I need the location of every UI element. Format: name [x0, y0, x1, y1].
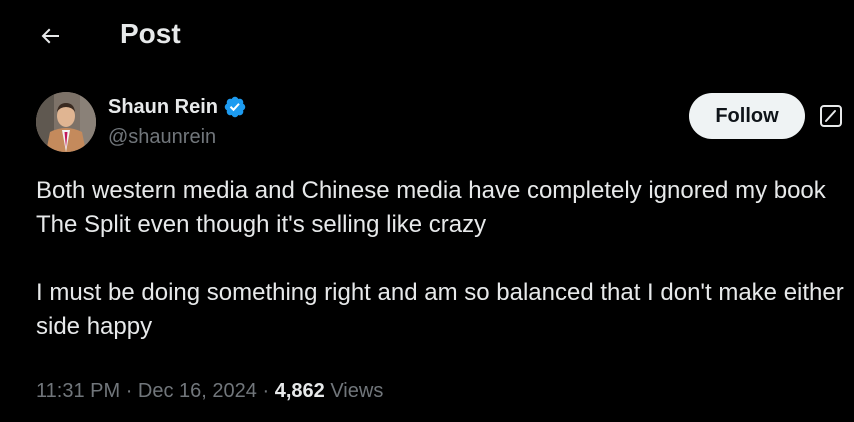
- avatar[interactable]: [36, 92, 96, 152]
- post-date[interactable]: Dec 16, 2024: [138, 380, 257, 402]
- arrow-left-icon: [41, 28, 59, 44]
- grok-icon: [820, 105, 842, 127]
- post-text: Both western media and Chinese media hav…: [36, 174, 848, 344]
- author-handle[interactable]: @shaunrein: [108, 125, 216, 149]
- views-count: 4,862: [274, 380, 325, 402]
- author-name-row: Shaun Rein: [108, 94, 247, 120]
- top-bar: Post: [0, 0, 854, 68]
- grok-button[interactable]: [818, 103, 844, 129]
- back-button[interactable]: [32, 18, 68, 54]
- views-label: Views: [330, 380, 384, 402]
- verified-badge-icon: [223, 95, 247, 119]
- post-meta: 11:31 PM · Dec 16, 2024 · 4,862 Views: [36, 378, 383, 404]
- page-title: Post: [120, 18, 181, 49]
- meta-separator: ·: [262, 380, 270, 402]
- post-time[interactable]: 11:31 PM: [36, 380, 120, 402]
- author-name[interactable]: Shaun Rein: [108, 94, 218, 120]
- meta-separator: ·: [125, 380, 133, 402]
- follow-button[interactable]: Follow: [689, 93, 805, 139]
- post-paragraph: I must be doing something right and am s…: [36, 279, 844, 340]
- post-paragraph: Both western media and Chinese media hav…: [36, 177, 826, 238]
